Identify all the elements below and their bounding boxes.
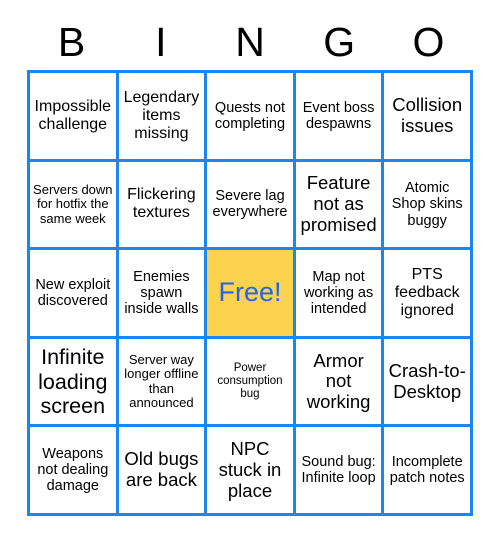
header-letter-n: N <box>235 18 265 65</box>
bingo-cell[interactable]: Weapons not dealing damage <box>30 427 119 516</box>
bingo-cell-label: PTS feedback ignored <box>394 266 460 319</box>
bingo-cell-label: Servers down for hotfix the same week <box>33 181 113 226</box>
bingo-cell[interactable]: Crash-to-Desktop <box>384 338 473 428</box>
bingo-cell[interactable]: Atomic Shop skins buggy <box>384 161 473 251</box>
bingo-cell-label: Legendary items missing <box>123 88 200 142</box>
bingo-cell-label: Infinite loading screen <box>38 345 108 418</box>
bingo-header: B I N G O <box>27 14 473 70</box>
bingo-cell-label: Incomplete patch notes <box>389 453 465 487</box>
bingo-cell-label: Server way longer offline than announced <box>124 351 199 411</box>
header-letter-o: O <box>412 18 445 65</box>
bingo-cell[interactable]: Old bugs are back <box>118 427 208 516</box>
bingo-cell[interactable]: Server way longer offline than announced <box>118 338 208 428</box>
bingo-cell-label: Collision issues <box>392 94 463 136</box>
bingo-cell-label: Atomic Shop skins buggy <box>391 180 463 229</box>
bingo-cell[interactable]: Armor not working <box>295 338 385 428</box>
bingo-cell-label: Free! <box>218 277 282 308</box>
bingo-card: B I N G O Impossible challenge Legendary … <box>0 0 501 544</box>
bingo-cell[interactable]: Impossible challenge <box>30 73 119 162</box>
bingo-cell[interactable]: Enemies spawn inside walls <box>118 250 208 339</box>
bingo-grid: Impossible challenge Legendary items miss… <box>27 70 473 516</box>
bingo-cell[interactable]: Sound bug: Infinite loop <box>295 427 385 516</box>
bingo-cell-label: Event boss despawns <box>302 99 375 132</box>
bingo-cell[interactable]: Infinite loading screen <box>30 338 119 428</box>
bingo-cell-label: NPC stuck in place <box>218 438 282 501</box>
bingo-cell[interactable]: Feature not as promised <box>295 161 385 251</box>
bingo-cell-label: Weapons not dealing damage <box>37 445 109 495</box>
header-letter-i: I <box>155 18 167 65</box>
bingo-cell[interactable]: New exploit discovered <box>30 250 119 339</box>
bingo-cell-label: Sound bug: Infinite loop <box>301 453 376 487</box>
bingo-cell-label: Power consumption bug <box>217 362 283 401</box>
bingo-cell-label: Severe lag everywhere <box>212 188 288 221</box>
bingo-cell[interactable]: Collision issues <box>384 73 473 162</box>
bingo-cell-label: Flickering textures <box>127 186 196 222</box>
bingo-cell[interactable]: NPC stuck in place <box>207 427 296 516</box>
bingo-cell-label: Quests not completing <box>214 99 286 132</box>
bingo-cell[interactable]: Map not working as intended <box>295 250 385 339</box>
bingo-cell-label: Impossible challenge <box>34 97 112 133</box>
bingo-cell-label: Armor not working <box>306 349 371 412</box>
bingo-cell-label: Map not working as intended <box>303 268 374 318</box>
bingo-cell[interactable]: Severe lag everywhere <box>207 161 296 251</box>
bingo-cell[interactable]: Event boss despawns <box>295 73 385 162</box>
bingo-cell-label: Crash-to-Desktop <box>388 359 466 402</box>
header-letter-b: B <box>57 18 86 65</box>
bingo-cell-label: Enemies spawn inside walls <box>124 268 199 318</box>
header-letter-g: G <box>323 18 356 65</box>
bingo-free-space[interactable]: Free! <box>207 250 296 339</box>
bingo-cell-label: Old bugs are back <box>124 448 199 491</box>
bingo-cell[interactable]: PTS feedback ignored <box>384 250 473 339</box>
bingo-cell[interactable]: Legendary items missing <box>118 73 208 162</box>
bingo-cell[interactable]: Servers down for hotfix the same week <box>30 161 119 251</box>
bingo-cell[interactable]: Quests not completing <box>207 73 296 162</box>
bingo-cell-label: Feature not as promised <box>300 172 377 235</box>
bingo-cell-label: New exploit discovered <box>35 276 111 309</box>
bingo-cell[interactable]: Power consumption bug <box>207 338 296 428</box>
bingo-cell[interactable]: Flickering textures <box>118 161 208 251</box>
bingo-cell[interactable]: Incomplete patch notes <box>384 427 473 516</box>
